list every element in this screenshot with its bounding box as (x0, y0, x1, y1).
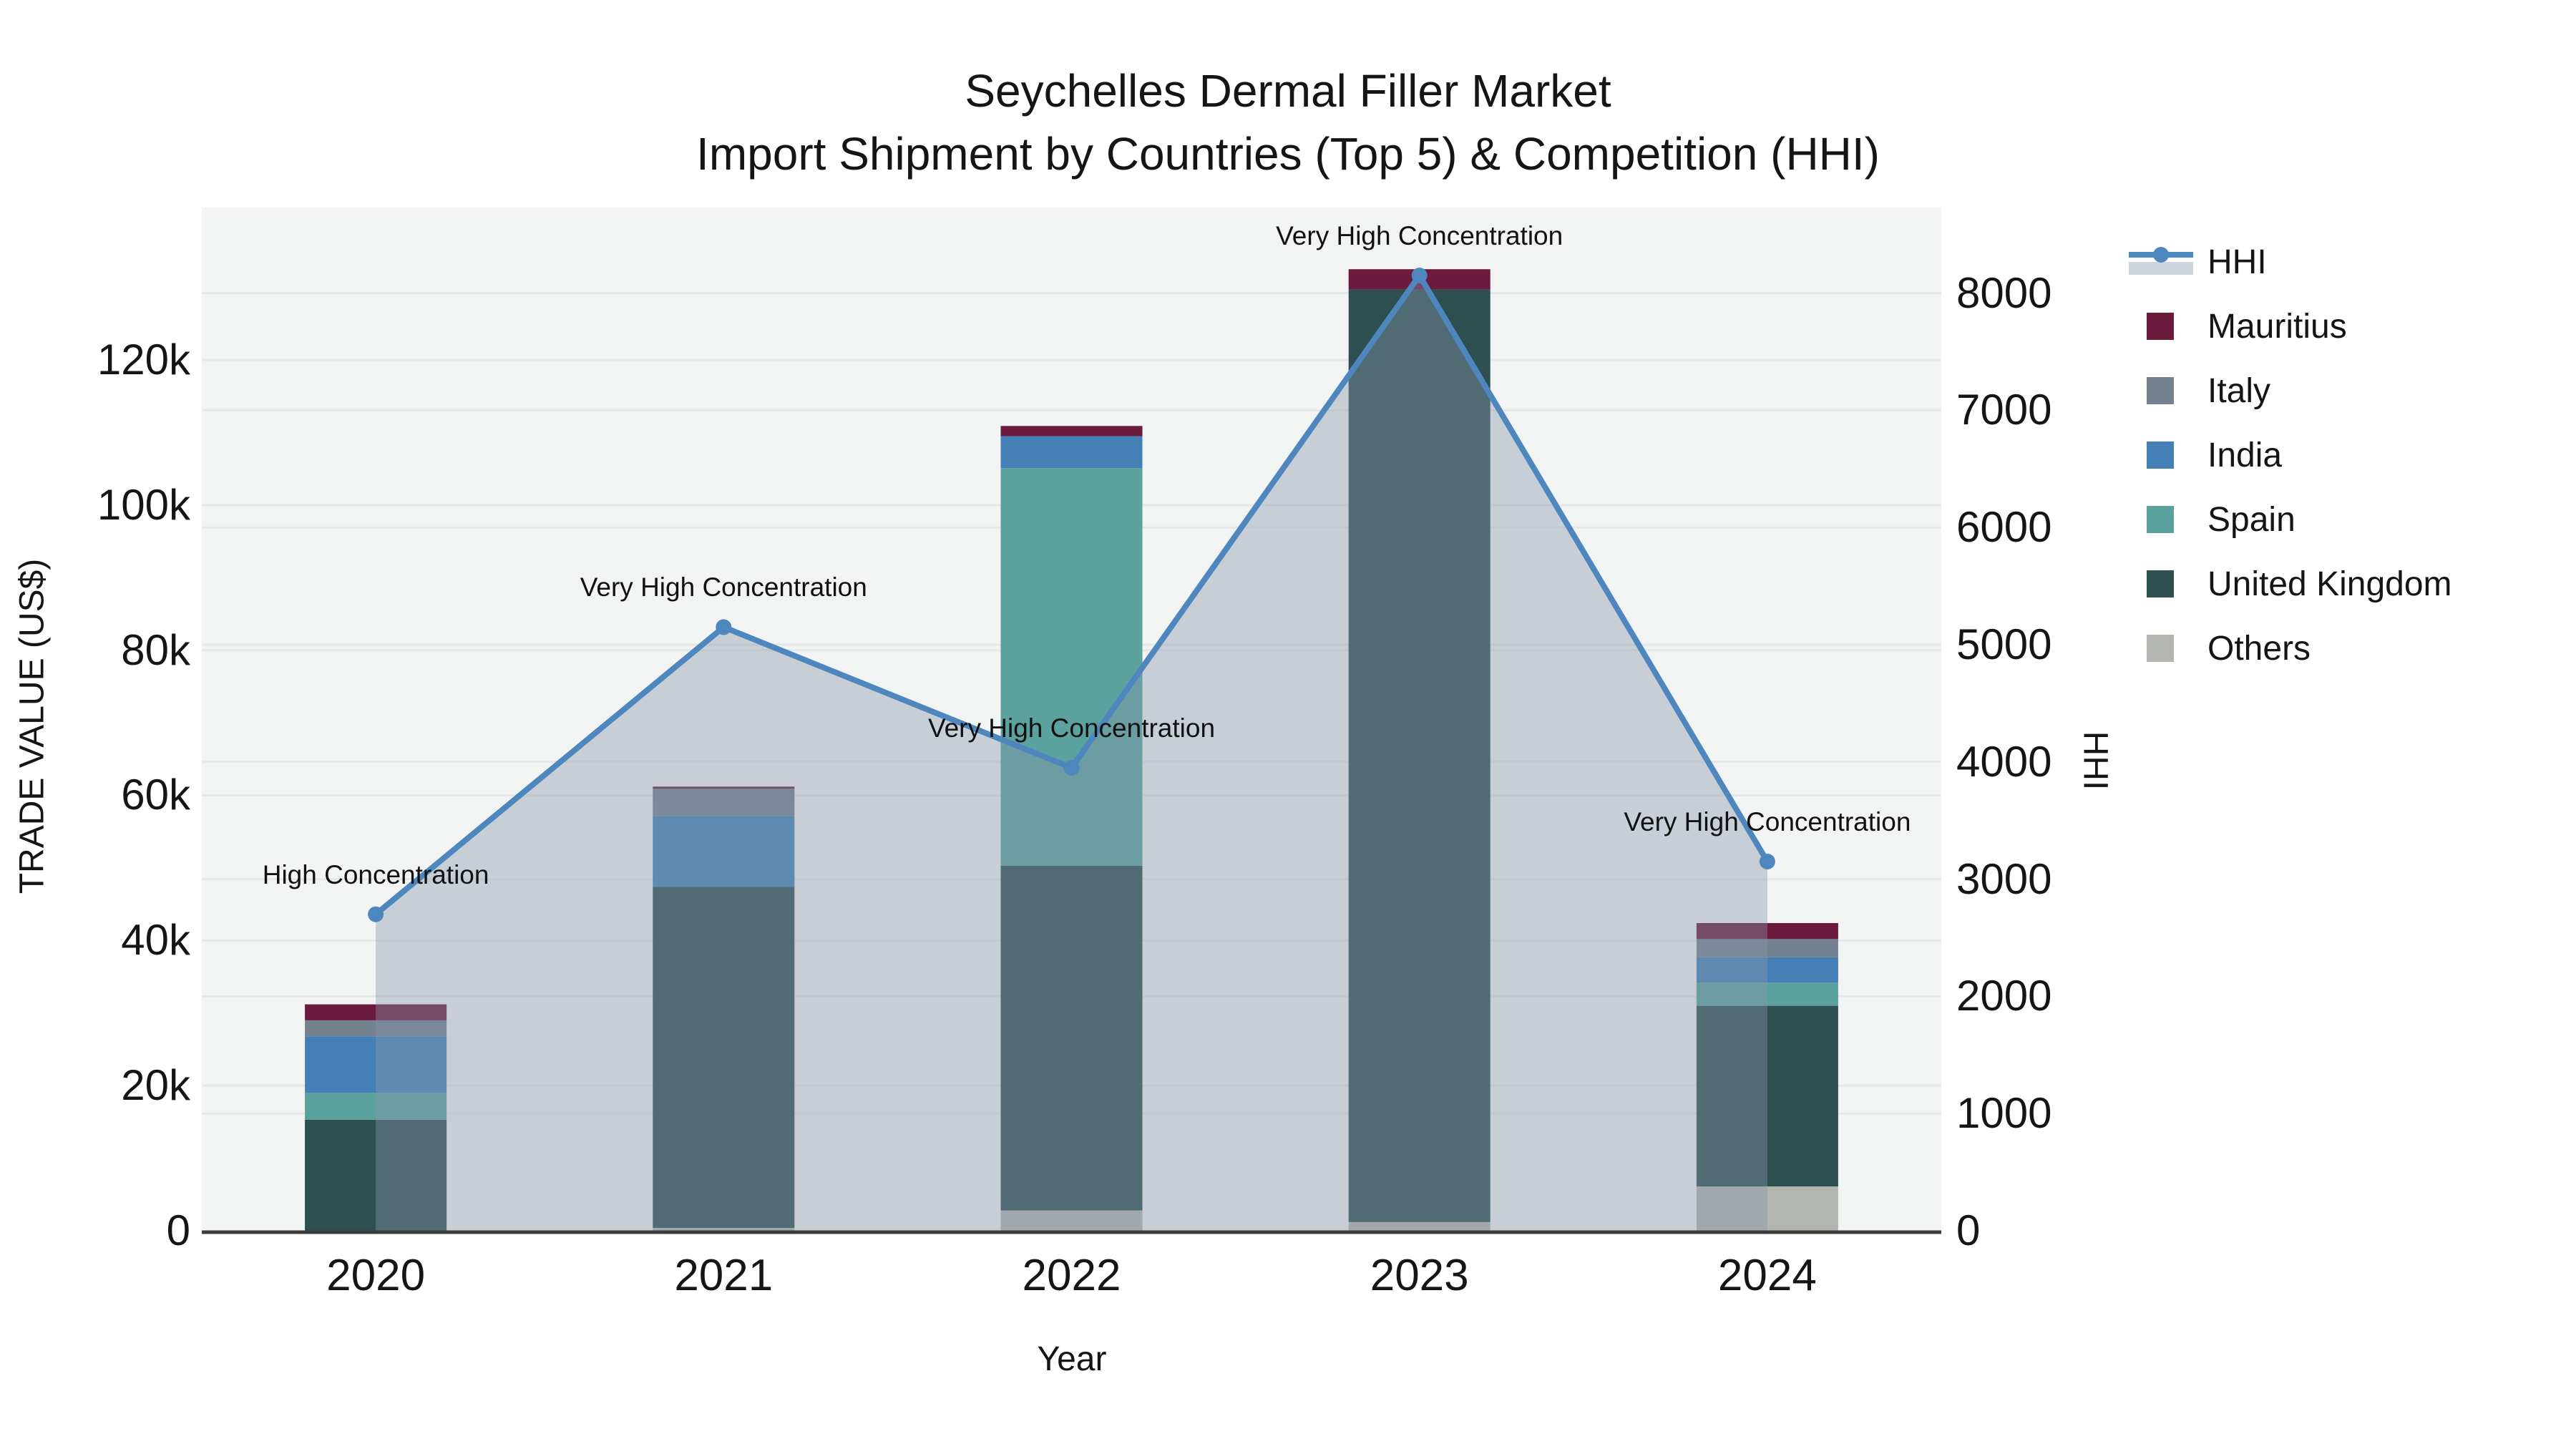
legend-color-swatch-icon (2129, 627, 2207, 670)
concentration-annotation: Very High Concentration (1624, 807, 1911, 837)
legend-color-swatch-icon (2129, 562, 2207, 605)
legend-item-spain[interactable]: Spain (2129, 487, 2452, 552)
y-left-tick-label: 20k (121, 1061, 190, 1110)
hhi-area-swatch (2129, 262, 2193, 275)
concentration-annotation: Very High Concentration (927, 713, 1216, 743)
legend-color-swatch-icon (2129, 434, 2207, 477)
hhi-marker (1759, 854, 1775, 869)
legend-item-hhi[interactable]: HHI (2129, 230, 2452, 294)
legend-label: Spain (2207, 500, 2296, 539)
concentration-annotation: Very High Concentration (580, 572, 867, 602)
x-tick-label: 2021 (674, 1251, 774, 1300)
legend-item-united-kingdom[interactable]: United Kingdom (2129, 552, 2452, 616)
chart-title-line1: Seychelles Dermal Filler Market (965, 65, 1611, 117)
chart-title-line2: Import Shipment by Countries (Top 5) & C… (696, 128, 1880, 180)
hhi-marker (716, 619, 732, 635)
legend-label: Italy (2207, 371, 2271, 410)
hhi-marker-glyph (2153, 247, 2169, 263)
y-right-tick-label: 0 (1956, 1206, 1981, 1254)
concentration-annotation: High Concentration (262, 859, 489, 889)
legend-label: Mauritius (2207, 307, 2347, 346)
x-tick-label: 2024 (1717, 1251, 1817, 1300)
legend-label: Others (2207, 629, 2311, 668)
y-left-tick-label: 80k (121, 625, 190, 674)
hhi-marker (1063, 760, 1080, 776)
y-left-tick-label: 0 (166, 1206, 190, 1254)
legend: HHI Mauritius Italy India Spain United Kingdo… (2129, 230, 2452, 680)
legend-color-swatch-icon (2129, 369, 2207, 412)
legend-box-glyph (2147, 441, 2174, 469)
concentration-annotation: Very High Concentration (1276, 221, 1563, 250)
legend-box-glyph (2147, 313, 2174, 340)
hhi-line-swatch-icon (2129, 240, 2207, 283)
hhi-marker (368, 906, 384, 922)
y-left-tick-label: 100k (97, 480, 190, 529)
y-right-tick-label: 4000 (1956, 737, 2052, 786)
x-axis-title: Year (1037, 1340, 1107, 1378)
hhi-marker (1411, 268, 1428, 283)
legend-box-glyph (2147, 635, 2174, 662)
y-right-tick-label: 1000 (1956, 1089, 2052, 1138)
legend-box-glyph (2147, 570, 2174, 597)
figure: Seychelles Dermal Filler Market Import S… (0, 0, 2576, 1449)
legend-color-swatch-icon (2129, 498, 2207, 541)
bar-segment-mauritius (1000, 426, 1143, 436)
x-tick-label: 2023 (1370, 1251, 1469, 1300)
legend-item-mauritius[interactable]: Mauritius (2129, 294, 2452, 358)
legend-label: United Kingdom (2207, 565, 2452, 603)
y-right-tick-label: 2000 (1956, 972, 2052, 1020)
legend-label: India (2207, 436, 2283, 474)
y-axis-left-title: TRADE VALUE (US$) (13, 558, 52, 894)
y-right-tick-label: 3000 (1956, 854, 2052, 903)
legend-color-swatch-icon (2129, 305, 2207, 348)
legend-box-glyph (2147, 506, 2174, 533)
legend-item-italy[interactable]: Italy (2129, 358, 2452, 423)
x-tick-label: 2020 (326, 1251, 426, 1300)
legend-item-others[interactable]: Others (2129, 616, 2452, 680)
legend-label: HHI (2207, 243, 2267, 281)
bar-segment-india (1000, 436, 1143, 469)
legend-item-india[interactable]: India (2129, 423, 2452, 487)
y-left-tick-label: 120k (97, 335, 190, 384)
legend-box-glyph (2147, 377, 2174, 404)
y-left-tick-label: 60k (121, 771, 190, 819)
y-left-tick-label: 40k (121, 916, 190, 965)
x-tick-label: 2022 (1022, 1251, 1121, 1300)
